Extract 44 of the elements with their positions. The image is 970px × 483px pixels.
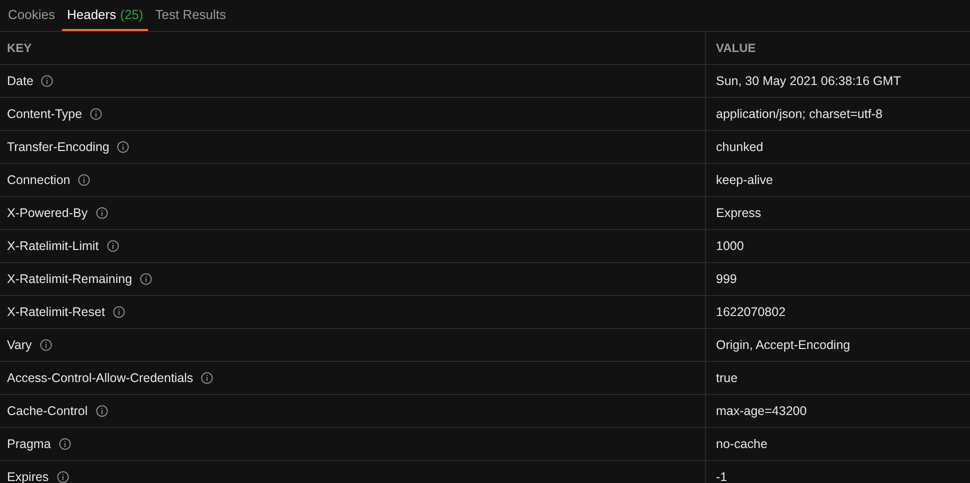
- header-key: Access-Control-Allow-Credentials: [7, 368, 194, 388]
- info-icon[interactable]: [40, 339, 52, 351]
- tab[interactable]: Test Results: [150, 0, 232, 31]
- header-value: application/json; charset=utf-8: [716, 106, 882, 123]
- header-value: 999: [716, 270, 737, 288]
- info-icon[interactable]: [58, 438, 71, 450]
- tab[interactable]: Cookies: [3, 0, 60, 31]
- header-key: Vary: [7, 336, 32, 354]
- header-value: 1000: [716, 238, 744, 255]
- column-header: VALUE: [716, 40, 756, 57]
- header-value: true: [716, 370, 738, 387]
- header-key: Content-Type: [7, 104, 82, 124]
- info-icon[interactable]: [78, 174, 90, 186]
- header-key: X-Powered-By: [7, 204, 88, 222]
- column-header: KEY: [7, 40, 32, 57]
- header-key: Expires: [7, 468, 49, 483]
- header-value: Express: [716, 204, 762, 222]
- header-key: X-Ratelimit-Reset: [7, 302, 105, 322]
- info-icon[interactable]: [56, 471, 69, 483]
- info-icon[interactable]: [90, 108, 102, 120]
- info-icon[interactable]: [106, 240, 119, 252]
- header-value: 1622070802: [716, 304, 786, 321]
- header-value: no-cache: [716, 436, 768, 453]
- header-value: chunked: [716, 138, 764, 156]
- header-value: keep-alive: [716, 172, 773, 189]
- info-icon[interactable]: [140, 273, 152, 285]
- header-key: Connection: [7, 170, 70, 190]
- info-icon[interactable]: [96, 405, 108, 417]
- header-value: -1: [716, 468, 728, 483]
- info-icon[interactable]: [112, 306, 125, 318]
- header-key: X-Ratelimit-Limit: [7, 236, 99, 256]
- header-key: Pragma: [7, 434, 51, 454]
- info-icon[interactable]: [96, 207, 108, 219]
- info-icon[interactable]: [201, 372, 214, 384]
- header-value: Origin, Accept-Encoding: [716, 336, 850, 354]
- info-icon[interactable]: [117, 141, 130, 153]
- header-key: Cache-Control: [7, 402, 88, 420]
- header-key: Date: [7, 72, 34, 90]
- header-value: max-age=43200: [716, 402, 807, 420]
- info-icon[interactable]: [41, 75, 54, 87]
- header-value: Sun, 30 May 2021 06:38:16 GMT: [716, 72, 901, 90]
- tab[interactable]: Headers (25): [62, 0, 148, 31]
- header-key: X-Ratelimit-Remaining: [7, 270, 132, 288]
- header-key: Transfer-Encoding: [7, 138, 110, 156]
